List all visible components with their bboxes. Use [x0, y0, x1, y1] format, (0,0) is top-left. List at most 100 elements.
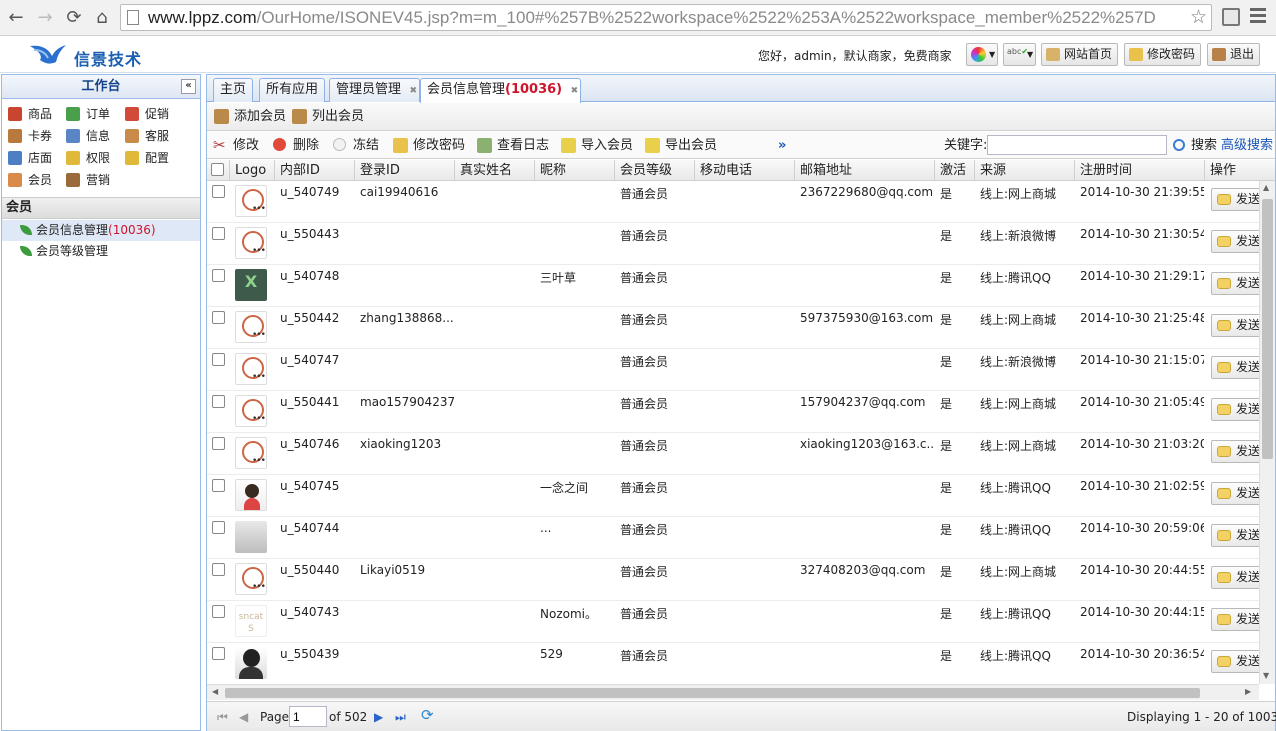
view-log-button[interactable]: 查看日志 — [477, 137, 549, 155]
theme-button[interactable]: ▼ — [966, 43, 998, 66]
delete-button[interactable]: 删除 — [273, 137, 319, 155]
quick-item-messages[interactable]: 信息 — [66, 127, 110, 145]
refresh-icon[interactable]: ⟳ — [421, 707, 434, 723]
send-button[interactable]: 发送 — [1211, 440, 1259, 463]
col-active[interactable]: 激活 — [935, 160, 975, 181]
row-checkbox[interactable] — [212, 605, 225, 618]
site-home-button[interactable]: 网站首页 — [1041, 43, 1119, 66]
quick-item-service[interactable]: 客服 — [125, 127, 169, 145]
row-checkbox[interactable] — [212, 563, 225, 576]
quick-item-coupons[interactable]: 卡券 — [8, 127, 52, 145]
url-text[interactable]: www.lppz.com/OurHome/ISONEV45.jsp?m=m_10… — [148, 8, 1178, 28]
quick-item-promotion[interactable]: 促销 — [125, 105, 169, 123]
col-member-level[interactable]: 会员等级 — [615, 160, 695, 181]
browser-menu-icon[interactable] — [1250, 8, 1266, 26]
quick-item-members[interactable]: 会员 — [8, 171, 52, 189]
table-row[interactable]: u_550439 529 普通会员 是 线上:腾讯QQ 2014-10-30 20:36:… — [207, 643, 1259, 684]
send-button[interactable]: 发送 — [1211, 356, 1259, 379]
logout-button[interactable]: 退出 — [1207, 43, 1261, 66]
search-button[interactable]: 搜索 — [1173, 137, 1217, 155]
row-checkbox[interactable] — [212, 395, 225, 408]
col-source[interactable]: 来源 — [975, 160, 1075, 181]
table-row[interactable]: u_550441 mao157904237 普通会员 157904237@qq.com… — [207, 391, 1259, 433]
scroll-down-icon[interactable]: ▼ — [1263, 671, 1269, 680]
row-checkbox[interactable] — [212, 269, 225, 282]
table-row[interactable]: u_540744 ... 普通会员 是 线上:腾讯QQ 2014-10-30 20:59… — [207, 517, 1259, 559]
first-page-icon[interactable]: ⏮ — [217, 709, 228, 725]
col-mobile[interactable]: 移动电话 — [695, 160, 795, 181]
send-button[interactable]: 发送 — [1211, 230, 1259, 253]
col-internal-id[interactable]: 内部ID — [275, 160, 355, 181]
table-row[interactable]: u_550443 普通会员 是 线上:新浪微博 2014-10-30 21:30:54 发… — [207, 223, 1259, 265]
vertical-scrollbar[interactable]: ▲ ▼ — [1259, 181, 1275, 684]
freeze-button[interactable]: 冻结 — [333, 137, 379, 155]
reload-icon[interactable]: ⟳ — [62, 6, 86, 30]
quick-item-permissions[interactable]: 权限 — [66, 149, 110, 167]
page-number-input[interactable] — [289, 706, 327, 727]
scroll-thumb[interactable] — [225, 688, 1200, 698]
send-button[interactable]: 发送 — [1211, 398, 1259, 421]
advanced-search-link[interactable]: 高级搜索 — [1221, 137, 1273, 155]
tab-all-apps[interactable]: 所有应用 — [259, 78, 326, 102]
change-password-button[interactable]: 修改密码 — [1124, 43, 1202, 66]
collapse-icon[interactable]: « — [181, 79, 196, 94]
import-member-button[interactable]: 导入会员 — [561, 137, 633, 155]
list-member-button[interactable]: 列出会员 — [292, 108, 364, 126]
tab-admin-management[interactable]: 管理员管理 ✖ — [329, 78, 421, 102]
change-password-action-button[interactable]: 修改密码 — [393, 137, 465, 155]
row-checkbox[interactable] — [212, 185, 225, 198]
quick-item-marketing[interactable]: 营销 — [66, 171, 110, 189]
row-checkbox[interactable] — [212, 647, 225, 660]
next-page-icon[interactable]: ▶ — [374, 709, 383, 725]
spellcheck-button[interactable]: abc✔ ▼ — [1003, 43, 1036, 66]
more-actions-icon[interactable]: » — [760, 137, 786, 155]
col-logo[interactable]: Logo — [230, 160, 275, 181]
row-checkbox[interactable] — [212, 227, 225, 240]
row-checkbox[interactable] — [212, 479, 225, 492]
send-button[interactable]: 发送 — [1211, 566, 1259, 589]
scroll-left-icon[interactable]: ◀ — [212, 687, 218, 696]
send-button[interactable]: 发送 — [1211, 650, 1259, 673]
forward-icon[interactable]: → — [33, 6, 57, 30]
sidebar-section-members[interactable]: 会员 — [2, 197, 200, 219]
sidebar-item-member-info[interactable]: 会员信息管理(10036) — [2, 220, 200, 241]
extension-icon[interactable] — [1222, 8, 1240, 26]
address-bar[interactable]: www.lppz.com/OurHome/ISONEV45.jsp?m=m_10… — [120, 4, 1212, 31]
table-row[interactable]: u_540747 普通会员 是 线上:新浪微博 2014-10-30 21:15:07 发… — [207, 349, 1259, 391]
tab-member-info[interactable]: 会员信息管理(10036) ✖ — [420, 78, 582, 103]
add-member-button[interactable]: 添加会员 — [214, 108, 286, 126]
edit-button[interactable]: ✂ 修改 — [213, 137, 259, 155]
logo[interactable]: 信景技术 — [28, 40, 158, 70]
col-nickname[interactable]: 昵称 — [535, 160, 615, 181]
send-button[interactable]: 发送 — [1211, 608, 1259, 631]
send-button[interactable]: 发送 — [1211, 314, 1259, 337]
row-checkbox[interactable] — [212, 353, 225, 366]
quick-item-goods[interactable]: 商品 — [8, 105, 52, 123]
col-email[interactable]: 邮箱地址 — [795, 160, 935, 181]
back-icon[interactable]: ← — [4, 6, 28, 30]
quick-item-config[interactable]: 配置 — [125, 149, 169, 167]
last-page-icon[interactable]: ⏭ — [395, 709, 406, 725]
table-row[interactable]: u_540745 一念之间 普通会员 是 线上:腾讯QQ 2014-10-30 21:02… — [207, 475, 1259, 517]
row-checkbox[interactable] — [212, 437, 225, 450]
send-button[interactable]: 发送 — [1211, 188, 1259, 211]
table-row[interactable]: u_540749 cai19940616 普通会员 2367229680@qq.com… — [207, 181, 1259, 223]
close-icon[interactable]: ✖ — [571, 80, 579, 102]
table-row[interactable]: u_540746 xiaoking1203 普通会员 xiaoking1203@163… — [207, 433, 1259, 475]
close-icon[interactable]: ✖ — [409, 80, 417, 102]
col-real-name[interactable]: 真实姓名 — [455, 160, 535, 181]
prev-page-icon[interactable]: ◀ — [239, 709, 248, 725]
scroll-up-icon[interactable]: ▲ — [1263, 183, 1269, 192]
send-button[interactable]: 发送 — [1211, 482, 1259, 505]
export-member-button[interactable]: 导出会员 — [645, 137, 717, 155]
send-button[interactable]: 发送 — [1211, 524, 1259, 547]
col-login-id[interactable]: 登录ID — [355, 160, 455, 181]
table-row[interactable]: Xu_540748 三叶草 普通会员 是 线上:腾讯QQ 2014-10-30 21:29… — [207, 265, 1259, 307]
table-row[interactable]: u_550442 zhang138868... 普通会员 597375930@163.… — [207, 307, 1259, 349]
tab-home[interactable]: 主页 — [213, 78, 254, 102]
quick-item-store[interactable]: 店面 — [8, 149, 52, 167]
scroll-thumb[interactable] — [1262, 199, 1273, 459]
sidebar-item-member-level[interactable]: 会员等级管理 — [2, 241, 200, 262]
row-checkbox[interactable] — [212, 311, 225, 324]
keyword-input[interactable] — [987, 135, 1167, 155]
